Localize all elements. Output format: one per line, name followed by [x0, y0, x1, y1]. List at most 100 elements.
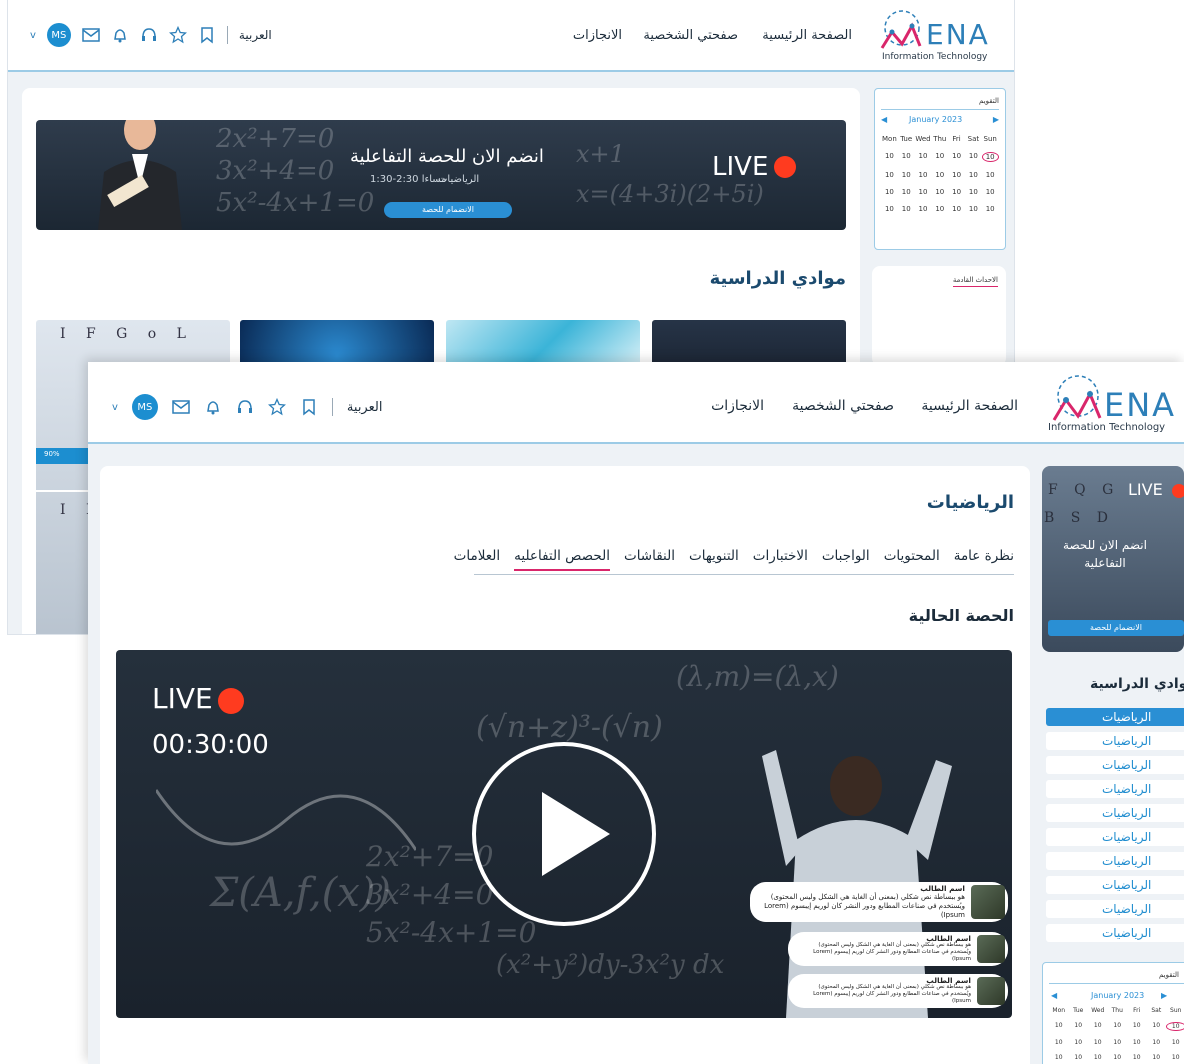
subject-item[interactable]: الرياضيات — [1046, 780, 1184, 798]
calendar-day[interactable]: 10 — [931, 171, 948, 179]
join-class-button[interactable]: الانضمام للحصة — [1048, 620, 1184, 636]
bell-icon[interactable] — [204, 398, 222, 416]
subject-item[interactable]: الرياضيات — [1046, 876, 1184, 894]
tab-exams[interactable]: الاختبارات — [753, 548, 808, 571]
tab-contents[interactable]: المحتويات — [884, 548, 940, 571]
headset-icon[interactable] — [236, 398, 254, 416]
language-switch[interactable]: العربية — [347, 400, 383, 415]
star-icon[interactable] — [267, 397, 286, 416]
next-month-icon[interactable]: ▶ — [1161, 991, 1167, 1000]
calendar-day[interactable]: 10 — [948, 171, 965, 179]
calendar-day[interactable]: 10 — [1147, 1022, 1167, 1031]
calendar-day[interactable]: 10 — [915, 152, 932, 162]
next-month-icon[interactable]: ▶ — [993, 115, 999, 124]
bookmark-icon[interactable] — [300, 398, 318, 416]
tab-overview[interactable]: نظرة عامة — [954, 548, 1014, 571]
calendar-day[interactable]: 10 — [898, 152, 915, 162]
nav-home[interactable]: الصفحة الرئيسية — [921, 398, 1018, 414]
calendar-day[interactable]: 10 — [1088, 1054, 1108, 1061]
avatar[interactable]: MS — [131, 394, 158, 420]
calendar-day[interactable]: 10 — [965, 171, 982, 179]
calendar-day[interactable]: 10 — [965, 152, 982, 162]
tab-discussions[interactable]: النقاشات — [624, 548, 675, 571]
calendar-day[interactable]: 10 — [1088, 1022, 1108, 1031]
join-class-button[interactable]: الانضمام للحصة — [384, 202, 512, 218]
calendar-title: التقويم — [979, 97, 999, 105]
star-icon[interactable] — [168, 25, 187, 44]
calendar-day[interactable]: 10 — [898, 188, 915, 196]
tab-interactive-classes[interactable]: الحصص التفاعليه — [514, 548, 610, 571]
calendar-day[interactable]: 10 — [898, 171, 915, 179]
calendar-day[interactable]: 10 — [1127, 1022, 1147, 1031]
logo-text: ENA — [1104, 386, 1177, 424]
calendar-day[interactable]: 10 — [1108, 1054, 1128, 1061]
calendar-day[interactable]: 10 — [1069, 1022, 1089, 1031]
subject-item[interactable]: الرياضيات — [1046, 756, 1184, 774]
subject-item[interactable]: الرياضيات — [1046, 708, 1184, 726]
subject-item[interactable]: الرياضيات — [1046, 924, 1184, 942]
avatar[interactable]: MS — [46, 23, 71, 47]
calendar-day[interactable]: 10 — [948, 188, 965, 196]
calendar-day-selected[interactable]: 10 — [981, 152, 999, 162]
calendar-day[interactable]: 10 — [931, 188, 948, 196]
calendar-day[interactable]: 10 — [915, 205, 932, 213]
tab-grades[interactable]: العلامات — [454, 548, 501, 571]
chat-comment: اسم الطالب هو ببساطة نص شكلي (بمعنى أن ا… — [788, 974, 1008, 1008]
calendar-day[interactable]: 10 — [965, 205, 982, 213]
mail-icon[interactable] — [172, 398, 190, 416]
mail-icon[interactable] — [82, 26, 100, 44]
calendar-day[interactable]: 10 — [1166, 1039, 1184, 1046]
tab-assignments[interactable]: الواجبات — [822, 548, 870, 571]
calendar-day[interactable]: 10 — [965, 188, 982, 196]
nav-home[interactable]: الصفحة الرئيسية — [762, 28, 852, 43]
calendar-day[interactable]: 10 — [982, 188, 999, 196]
calendar-day[interactable]: 10 — [881, 205, 898, 213]
prev-month-icon[interactable]: ◀ — [1051, 991, 1057, 1000]
calendar-day-selected[interactable]: 10 — [1166, 1022, 1184, 1031]
calendar-day[interactable]: 10 — [1049, 1022, 1069, 1031]
headset-icon[interactable] — [140, 26, 158, 44]
calendar-day[interactable]: 10 — [1088, 1039, 1108, 1046]
calendar-day[interactable]: 10 — [931, 205, 948, 213]
calendar-day[interactable]: 10 — [881, 152, 898, 162]
chevron-down-icon[interactable]: v — [112, 402, 118, 413]
subject-item[interactable]: الرياضيات — [1046, 732, 1184, 750]
chevron-down-icon[interactable]: v — [30, 30, 36, 41]
calendar-day[interactable]: 10 — [1069, 1054, 1089, 1061]
calendar-day[interactable]: 10 — [1127, 1039, 1147, 1046]
video-player[interactable]: 2x²+7=0 3x²+4=0 5x²-4x+1=0 Σ(A,f,(x)) (√… — [116, 650, 1012, 1018]
bell-icon[interactable] — [111, 26, 129, 44]
calendar-day[interactable]: 10 — [1108, 1022, 1128, 1031]
calendar-day[interactable]: 10 — [1147, 1054, 1167, 1061]
nav-achievements[interactable]: الانجازات — [573, 28, 622, 43]
calendar-day[interactable]: 10 — [982, 205, 999, 213]
subject-item[interactable]: الرياضيات — [1046, 900, 1184, 918]
calendar-day[interactable]: 10 — [931, 152, 948, 162]
prev-month-icon[interactable]: ◀ — [881, 115, 887, 124]
subject-item[interactable]: الرياضيات — [1046, 828, 1184, 846]
calendar-day[interactable]: 10 — [1127, 1054, 1147, 1061]
calendar-day[interactable]: 10 — [915, 188, 932, 196]
tab-announcements[interactable]: التنويهات — [689, 548, 739, 571]
calendar-day[interactable]: 10 — [1049, 1039, 1069, 1046]
calendar-day[interactable]: 10 — [1049, 1054, 1069, 1061]
subject-item[interactable]: الرياضيات — [1046, 852, 1184, 870]
nav-profile[interactable]: صفحتي الشخصية — [792, 398, 894, 414]
calendar-day[interactable]: 10 — [948, 152, 965, 162]
calendar-day[interactable]: 10 — [881, 188, 898, 196]
calendar-day[interactable]: 10 — [881, 171, 898, 179]
subject-item[interactable]: الرياضيات — [1046, 804, 1184, 822]
calendar-day[interactable]: 10 — [898, 205, 915, 213]
play-button[interactable] — [472, 742, 656, 926]
calendar-day[interactable]: 10 — [915, 171, 932, 179]
nav-profile[interactable]: صفحتي الشخصية — [643, 28, 738, 43]
calendar-day[interactable]: 10 — [982, 171, 999, 179]
language-switch[interactable]: العربية — [239, 28, 272, 42]
calendar-day[interactable]: 10 — [948, 205, 965, 213]
calendar-day[interactable]: 10 — [1166, 1054, 1184, 1061]
calendar-day[interactable]: 10 — [1069, 1039, 1089, 1046]
calendar-day[interactable]: 10 — [1147, 1039, 1167, 1046]
nav-achievements[interactable]: الانجازات — [711, 398, 764, 414]
bookmark-icon[interactable] — [198, 26, 216, 44]
calendar-day[interactable]: 10 — [1108, 1039, 1128, 1046]
